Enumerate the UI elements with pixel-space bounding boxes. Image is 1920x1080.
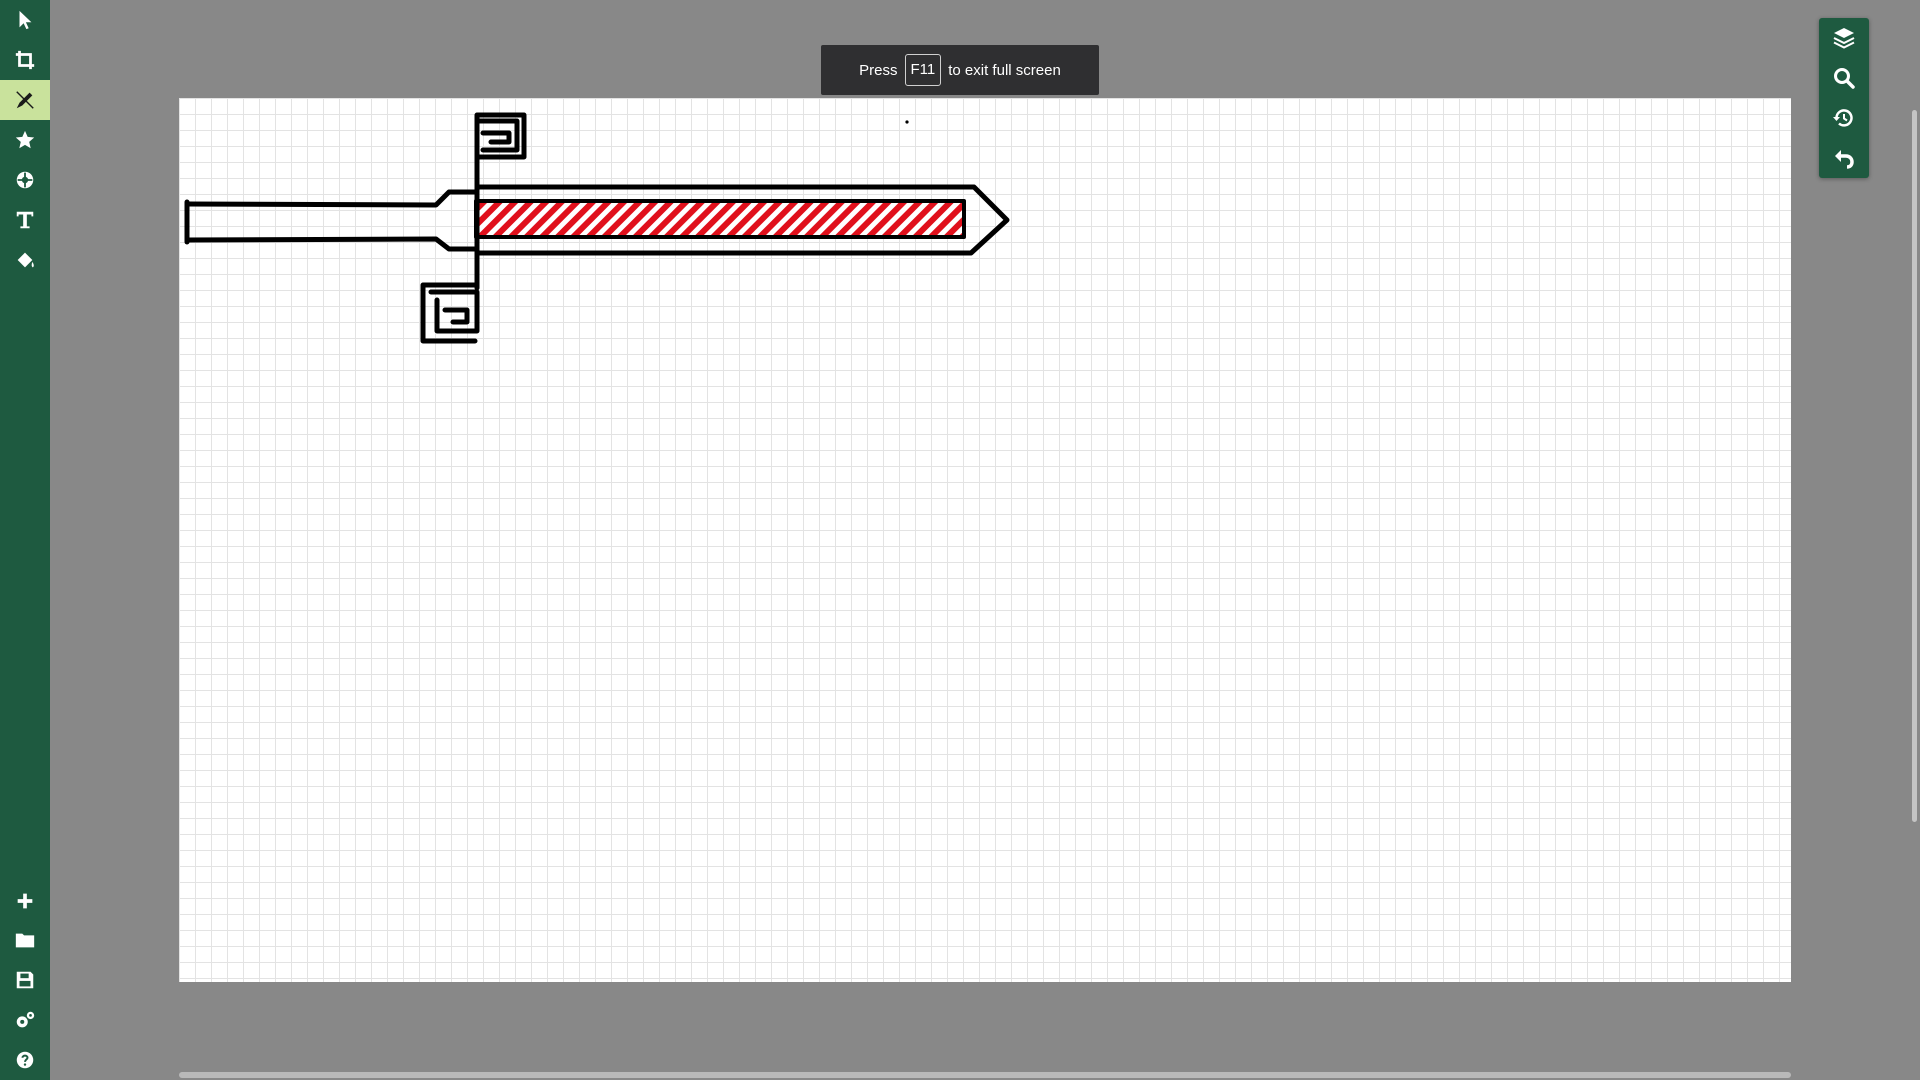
floppy-disk-icon: [16, 971, 34, 989]
paint-bucket-icon: [17, 252, 34, 268]
stamp-tool[interactable]: [0, 120, 50, 160]
history-icon: [1833, 109, 1853, 127]
undo-button[interactable]: [1819, 138, 1869, 178]
f11-key-badge: F11: [904, 54, 942, 86]
text-t-icon: [16, 211, 34, 229]
crop-icon: [15, 50, 35, 70]
open-button[interactable]: [0, 920, 50, 960]
brush-ball-icon: [16, 171, 34, 189]
brush-tool[interactable]: [0, 160, 50, 200]
help-button[interactable]: [0, 1040, 50, 1080]
layers-button[interactable]: [1819, 18, 1869, 58]
pen-tool[interactable]: [0, 80, 50, 120]
magnifier-icon: [1834, 68, 1855, 89]
sword-drawing: [184, 112, 1010, 344]
question-circle-icon: [16, 1051, 34, 1069]
fullscreen-notice: Press F11 to exit full screen: [821, 45, 1099, 95]
fullscreen-notice-suffix: to exit full screen: [948, 61, 1061, 79]
vertical-scrollbar[interactable]: [1912, 110, 1917, 822]
pen-icon: [16, 91, 34, 109]
star-icon: [15, 130, 35, 149]
folder-icon: [15, 933, 35, 948]
fill-tool[interactable]: [0, 240, 50, 280]
horizontal-scrollbar[interactable]: [179, 1072, 1791, 1078]
left-toolbar: [0, 0, 50, 1080]
crop-tool[interactable]: [0, 40, 50, 80]
fullscreen-notice-prefix: Press: [859, 61, 898, 79]
undo-icon: [1835, 150, 1854, 169]
text-tool[interactable]: [0, 200, 50, 240]
new-button[interactable]: [0, 881, 50, 921]
right-toolbar: [1819, 18, 1869, 178]
save-button[interactable]: [0, 960, 50, 1000]
gears-icon: [16, 1011, 35, 1028]
history-button[interactable]: [1819, 98, 1869, 138]
layers-icon: [1833, 28, 1855, 49]
zoom-button[interactable]: [1819, 58, 1869, 98]
settings-button[interactable]: [0, 1000, 50, 1040]
drawing-canvas[interactable]: [179, 98, 1791, 982]
plus-icon: [17, 893, 33, 909]
cursor-arrow-icon: [19, 10, 32, 30]
select-tool[interactable]: [0, 0, 50, 40]
